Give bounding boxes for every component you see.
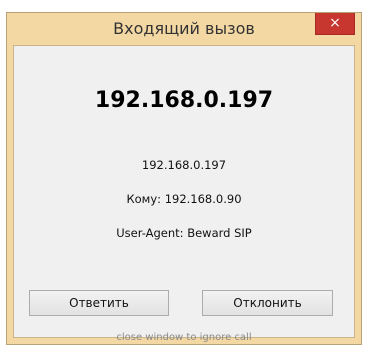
caller-address-heading: 192.168.0.197	[94, 88, 274, 113]
caller-address: 192.168.0.197	[141, 158, 227, 172]
dialog-content: 192.168.0.197 192.168.0.197 Кому: 192.16…	[13, 45, 355, 343]
decline-button[interactable]: Отклонить	[202, 290, 333, 316]
title-bar[interactable]: Входящий вызов ×	[7, 13, 361, 45]
ignore-hint: close window to ignore call	[116, 332, 252, 343]
answer-button[interactable]: Ответить	[29, 290, 169, 316]
incoming-call-window: Входящий вызов × 192.168.0.197 192.168.0…	[6, 12, 362, 345]
close-icon: ×	[329, 15, 341, 31]
user-agent: User-Agent: Beward SIP	[116, 226, 252, 240]
close-button[interactable]: ×	[315, 13, 355, 35]
callee-address: Кому: 192.168.0.90	[126, 192, 242, 206]
window-title: Входящий вызов	[113, 19, 255, 38]
